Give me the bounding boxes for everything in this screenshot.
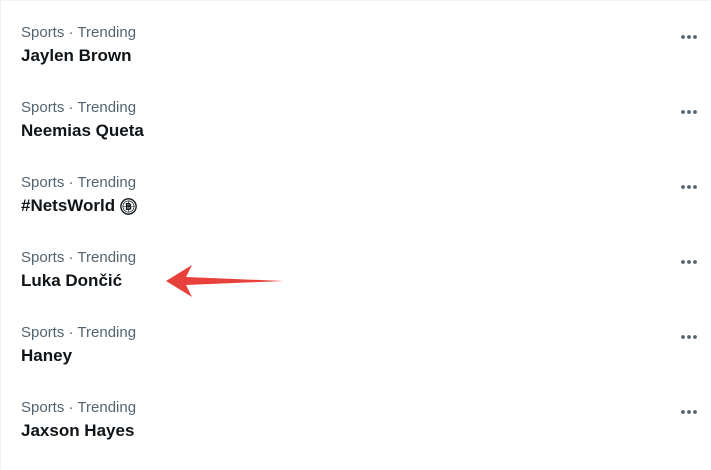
brooklyn-nets-logo-icon: B bbox=[120, 197, 137, 215]
trend-item-jaylen-brown[interactable]: Sports · Trending Jaylen Brown bbox=[1, 1, 710, 76]
trend-context: Sports · Trending bbox=[21, 174, 137, 191]
trend-title: Neemias Queta bbox=[21, 120, 144, 142]
trend-item-luka-doncic[interactable]: Sports · Trending Luka Dončić bbox=[1, 226, 710, 301]
trend-context: Sports · Trending bbox=[21, 249, 137, 266]
trend-title-text: Jaylen Brown bbox=[21, 46, 132, 65]
trend-title-text: Neemias Queta bbox=[21, 121, 144, 140]
trend-title-text: Jaxson Hayes bbox=[21, 421, 135, 440]
ellipsis-icon bbox=[681, 185, 697, 189]
trend-title: #NetsWorld B bbox=[21, 195, 137, 217]
more-options-button[interactable] bbox=[673, 174, 705, 200]
svg-text:B: B bbox=[125, 202, 132, 213]
annotation-arrow-icon bbox=[166, 265, 284, 297]
trend-item-neemias-queta[interactable]: Sports · Trending Neemias Queta bbox=[1, 76, 710, 151]
ellipsis-icon bbox=[681, 335, 697, 339]
trend-title-text: Haney bbox=[21, 346, 73, 365]
trend-context: Sports · Trending bbox=[21, 399, 137, 416]
more-options-button[interactable] bbox=[673, 24, 705, 50]
trend-title: Jaxson Hayes bbox=[21, 420, 134, 442]
more-options-button[interactable] bbox=[673, 399, 705, 425]
trend-title: Haney bbox=[21, 345, 72, 367]
ellipsis-icon bbox=[681, 260, 697, 264]
trends-panel: Sports · Trending Jaylen Brown Sports · … bbox=[0, 0, 710, 470]
ellipsis-icon bbox=[681, 110, 697, 114]
more-options-button[interactable] bbox=[673, 324, 705, 350]
trend-title-text: Luka Dončić bbox=[21, 271, 123, 290]
ellipsis-icon bbox=[681, 35, 697, 39]
trend-title: Luka Dončić bbox=[21, 270, 122, 292]
trend-title-text: #NetsWorld bbox=[21, 196, 116, 215]
trend-item-jaxson-hayes[interactable]: Sports · Trending Jaxson Hayes bbox=[1, 376, 710, 451]
trend-item-haney[interactable]: Sports · Trending Haney bbox=[1, 301, 710, 376]
trend-title: Jaylen Brown bbox=[21, 45, 132, 67]
more-options-button[interactable] bbox=[673, 99, 705, 125]
trend-context: Sports · Trending bbox=[21, 324, 137, 341]
trend-context: Sports · Trending bbox=[21, 24, 137, 41]
more-options-button[interactable] bbox=[673, 249, 705, 275]
trend-context: Sports · Trending bbox=[21, 99, 137, 116]
ellipsis-icon bbox=[681, 410, 697, 414]
trend-item-netsworld[interactable]: Sports · Trending #NetsWorld B bbox=[1, 151, 710, 226]
